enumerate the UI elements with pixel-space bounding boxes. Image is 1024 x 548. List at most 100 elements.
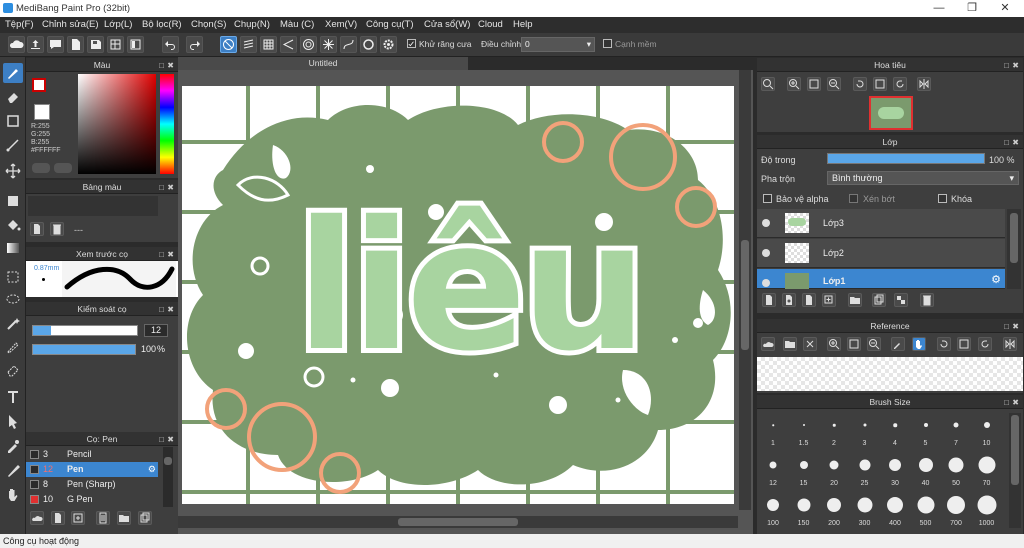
tab-untitled[interactable]: Untitled: [178, 57, 468, 70]
brush-item-pen-sharp[interactable]: 8 Pen (Sharp): [26, 477, 158, 492]
eye-icon[interactable]: [762, 249, 770, 257]
hue-slider[interactable]: [160, 74, 174, 174]
ref-hand-icon[interactable]: [912, 337, 926, 351]
brush-size-option[interactable]: 300: [851, 491, 879, 529]
close-panel-icon[interactable]: ✖: [1012, 396, 1019, 410]
restore-icon[interactable]: ❐: [957, 0, 987, 17]
brush-size-scrollbar[interactable]: [1009, 413, 1021, 528]
antialias-checkbox[interactable]: [407, 39, 416, 48]
menu-view[interactable]: Xem(V): [325, 19, 357, 30]
close-panel-icon[interactable]: ✖: [167, 303, 174, 317]
float-icon[interactable]: □: [1004, 59, 1009, 73]
hand-tool-icon[interactable]: [3, 485, 23, 505]
brush-size-option[interactable]: 70: [973, 451, 1001, 489]
layer-item[interactable]: Lớp3: [757, 209, 1005, 238]
menu-tools[interactable]: Công cụ(T): [366, 19, 414, 30]
brush-size-option[interactable]: 15: [790, 451, 818, 489]
gear-icon[interactable]: ⚙: [148, 462, 156, 477]
layer-folder-icon[interactable]: [848, 293, 862, 307]
layer-opacity-slider[interactable]: [827, 153, 985, 164]
merge-layer-icon[interactable]: [894, 293, 908, 307]
new-layer-icon[interactable]: [762, 293, 776, 307]
menu-select[interactable]: Chọn(S): [191, 19, 226, 30]
close-panel-icon[interactable]: ✖: [1012, 320, 1019, 334]
redo-icon[interactable]: [186, 36, 203, 53]
brush-item-pen[interactable]: 12 Pen ⚙: [26, 462, 158, 477]
layer-item[interactable]: Lớp1 ⚙: [757, 269, 1005, 293]
zoom-minus-icon[interactable]: [827, 77, 841, 91]
parallel-snap-icon[interactable]: [240, 36, 257, 53]
brush-list-scrollbar[interactable]: [163, 447, 173, 507]
magic-wand-tool-icon[interactable]: [3, 314, 23, 334]
brush-size-option[interactable]: 400: [881, 491, 909, 529]
eye-icon[interactable]: [762, 219, 770, 227]
brush-size-option[interactable]: 10: [973, 411, 1001, 449]
brush-size-option[interactable]: 40: [912, 451, 940, 489]
menu-cloud[interactable]: Cloud: [478, 19, 503, 30]
fill-rect-tool-icon[interactable]: [3, 191, 23, 211]
new-8bit-layer-icon[interactable]: [802, 293, 816, 307]
ref-reset-icon[interactable]: [957, 337, 971, 351]
close-panel-icon[interactable]: ✖: [167, 181, 174, 195]
blend-mode-select[interactable]: Bình thường ▾: [827, 171, 1019, 185]
vertical-scroll-thumb[interactable]: [741, 240, 749, 350]
select-eraser-tool-icon[interactable]: [3, 360, 23, 380]
ref-fit-icon[interactable]: [847, 337, 861, 351]
close-icon[interactable]: ✕: [990, 0, 1020, 17]
burst-snap-icon[interactable]: [320, 36, 337, 53]
float-icon[interactable]: □: [159, 433, 164, 447]
close-panel-icon[interactable]: ✖: [1012, 59, 1019, 73]
opacity-slider[interactable]: [32, 344, 136, 355]
brush-item-pencil[interactable]: 3 Pencil: [26, 447, 158, 462]
menu-window[interactable]: Cửa sổ(W): [424, 19, 470, 30]
save-icon[interactable]: [87, 36, 104, 53]
brush-settings-icon[interactable]: [96, 511, 110, 525]
rotate-right-icon[interactable]: [893, 77, 907, 91]
size-slider[interactable]: [32, 325, 138, 336]
menu-color[interactable]: Màu (C): [280, 19, 314, 30]
open-folder-icon[interactable]: [783, 337, 797, 351]
new-brush-icon[interactable]: [51, 511, 65, 525]
lock-checkbox[interactable]: [938, 194, 947, 203]
close-panel-icon[interactable]: ✖: [167, 248, 174, 262]
add-layer-dropdown-icon[interactable]: [822, 293, 836, 307]
reference-canvas[interactable]: [757, 357, 1023, 391]
upload-icon[interactable]: [27, 36, 44, 53]
brush-size-option[interactable]: 150: [790, 491, 818, 529]
circle-snap-icon[interactable]: [300, 36, 317, 53]
gradient-tool-icon[interactable]: [3, 238, 23, 258]
menu-layer[interactable]: Lớp(L): [104, 19, 132, 30]
add-brush-icon[interactable]: [71, 511, 85, 525]
float-icon[interactable]: □: [159, 303, 164, 317]
shape-tool-icon[interactable]: [3, 111, 23, 131]
rotate-left-icon[interactable]: [853, 77, 867, 91]
layout-icon[interactable]: [127, 36, 144, 53]
brush-size-option[interactable]: 12: [759, 451, 787, 489]
bucket-tool-icon[interactable]: [3, 215, 23, 235]
new-halftone-layer-icon[interactable]: [782, 293, 796, 307]
layer-item[interactable]: Lớp2: [757, 239, 1005, 268]
float-icon[interactable]: □: [1004, 396, 1009, 410]
adjust-select[interactable]: 0 ▾: [521, 37, 595, 52]
zoom-in-icon[interactable]: [761, 77, 775, 91]
menu-snap[interactable]: Chụp(N): [234, 19, 270, 30]
line-tool-icon[interactable]: [3, 135, 23, 155]
clipping-checkbox[interactable]: [849, 194, 858, 203]
brush-size-option[interactable]: 200: [820, 491, 848, 529]
layer-scrollbar[interactable]: [1007, 209, 1021, 289]
brush-size-option[interactable]: 500: [912, 491, 940, 529]
comment-icon[interactable]: [47, 36, 64, 53]
color-eyedrop-button[interactable]: [54, 163, 72, 173]
close-panel-icon[interactable]: ✖: [167, 433, 174, 447]
horizontal-scrollbar[interactable]: [178, 516, 738, 528]
float-icon[interactable]: □: [159, 59, 164, 73]
folder-icon[interactable]: [117, 511, 131, 525]
operation-tool-icon[interactable]: [3, 411, 23, 431]
grid-file-icon[interactable]: [107, 36, 124, 53]
ref-zoom-in-icon[interactable]: [827, 337, 841, 351]
brush-size-option[interactable]: 25: [851, 451, 879, 489]
fit-icon[interactable]: [807, 77, 821, 91]
brush-size-option[interactable]: 7: [942, 411, 970, 449]
flip-icon[interactable]: [917, 77, 931, 91]
document-icon[interactable]: [67, 36, 84, 53]
